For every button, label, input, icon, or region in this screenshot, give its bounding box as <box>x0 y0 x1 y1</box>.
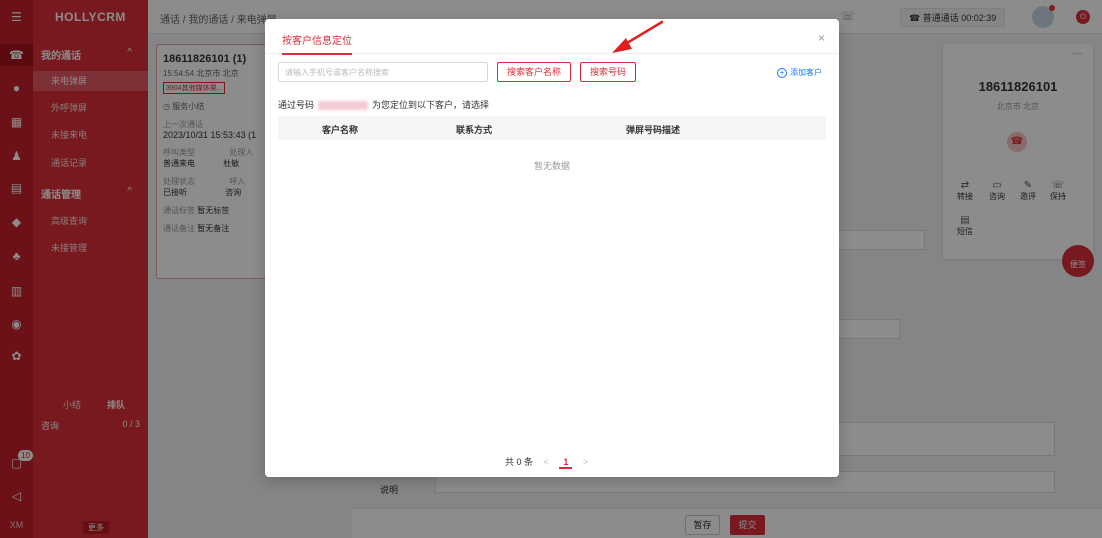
column-contact: 联系方式 <box>456 125 493 135</box>
search-number-button[interactable]: 搜索号码 <box>580 62 636 82</box>
search-input[interactable] <box>278 62 488 82</box>
next-page-icon[interactable]: > <box>583 457 588 467</box>
locate-info: 通过号码 为您定位到以下客户，请选择 <box>278 100 490 111</box>
customer-locate-modal: 按客户信息定位 × 搜索客户名称 搜索号码 +添加客户 通过号码为您定位到以下客… <box>265 19 839 477</box>
search-customer-name-button[interactable]: 搜索客户名称 <box>497 62 571 82</box>
empty-state: 暂无数据 <box>533 161 570 171</box>
table-header: 客户名称 联系方式 弹屏号码描述 <box>278 116 826 140</box>
total-count: 共 0 条 <box>505 457 534 467</box>
close-icon[interactable]: × <box>818 31 825 45</box>
modal-header: 按客户信息定位 × <box>265 19 839 55</box>
prev-page-icon[interactable]: < <box>544 457 549 467</box>
column-customer-name: 客户名称 <box>322 125 359 135</box>
tab-locate-by-customer[interactable]: 按客户信息定位 <box>282 32 352 55</box>
plus-circle-icon: + <box>777 68 787 78</box>
pagination: 共 0 条 < 1 > <box>505 455 596 469</box>
add-customer-link[interactable]: + 添加客户 <box>777 67 822 78</box>
page-number[interactable]: 1 <box>559 457 573 469</box>
redacted-number <box>318 101 369 111</box>
column-popup-desc: 弹屏号码描述 <box>626 125 681 135</box>
